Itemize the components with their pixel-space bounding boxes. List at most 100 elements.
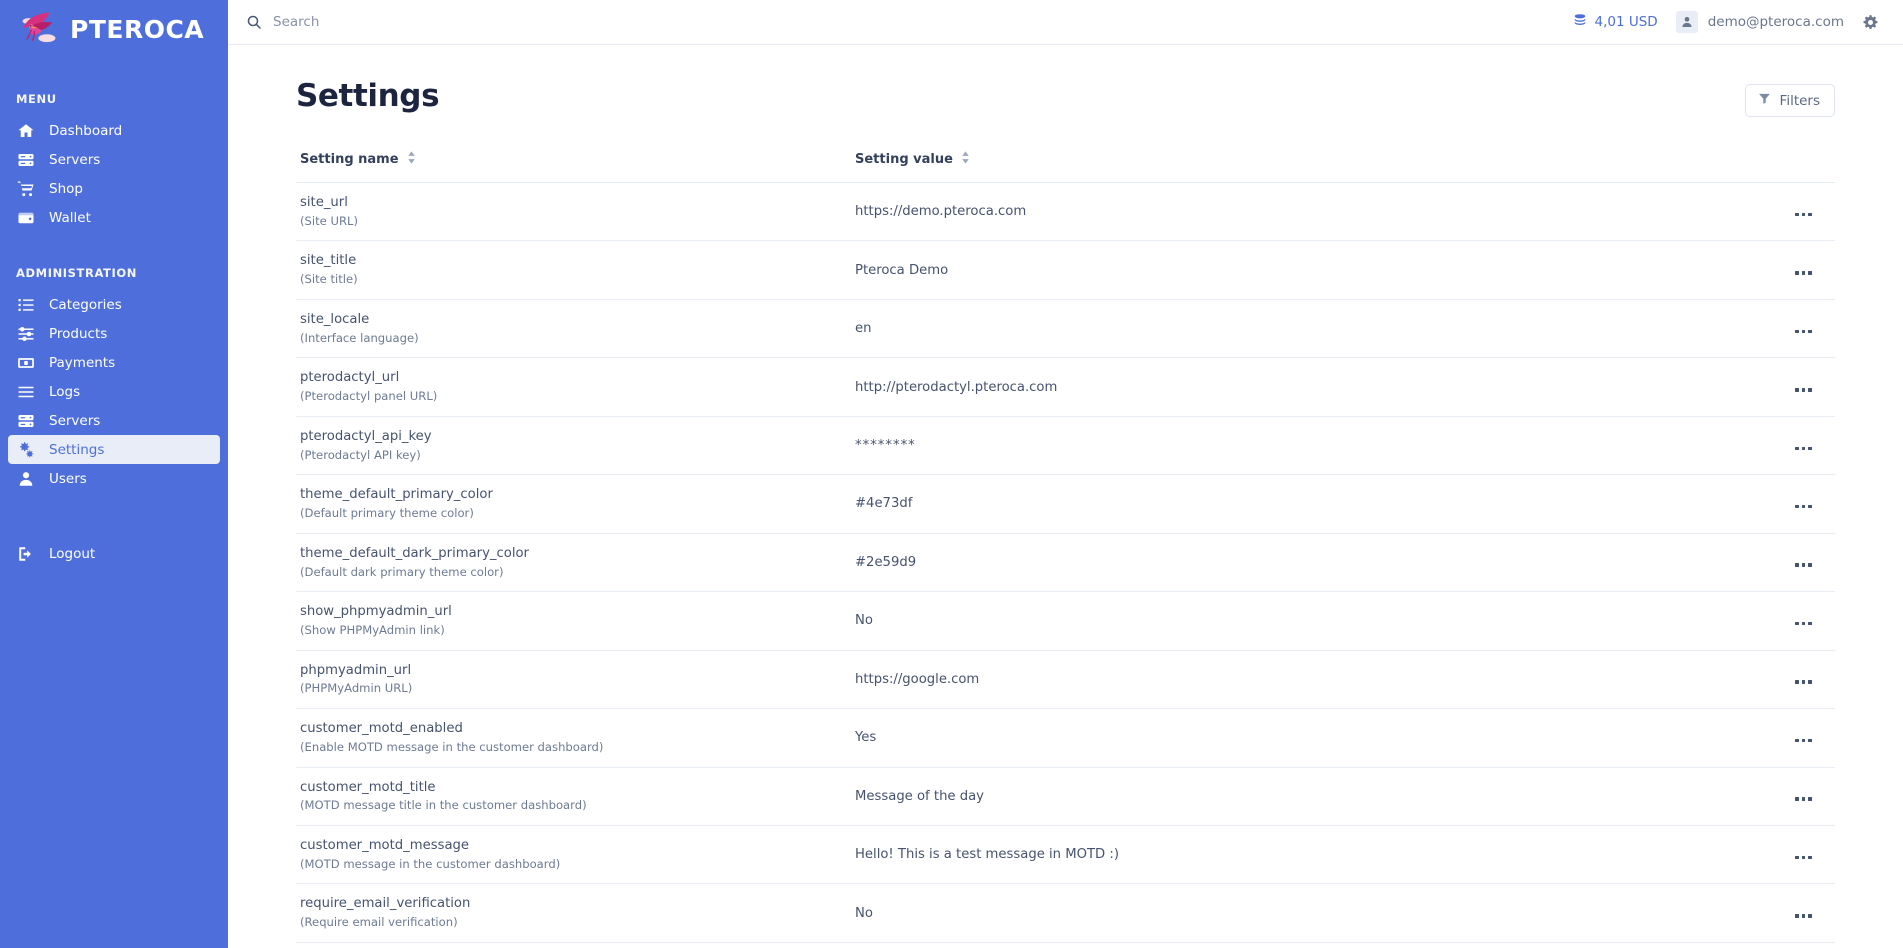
sidebar-item-wallet[interactable]: Wallet [8,203,220,232]
table-row: theme_default_dark_primary_color(Default… [296,533,1835,591]
sidebar-item-payments[interactable]: Payments [8,348,220,377]
ellipsis-icon[interactable] [1791,850,1816,866]
sidebar-item-label: Products [49,326,107,342]
logout-icon [16,544,35,563]
setting-value-cell: #4e73df [851,475,1725,533]
setting-name-cell: customer_motd_title(MOTD message title i… [296,767,851,825]
sidebar-item-dashboard[interactable]: Dashboard [8,116,220,145]
filter-icon [1758,92,1771,109]
table-row: site_url(Site URL)https://demo.pteroca.c… [296,183,1835,241]
sidebar-item-label: Shop [49,181,83,197]
user-icon [16,469,35,488]
setting-name-cell: site_locale(Interface language) [296,299,851,357]
ellipsis-icon[interactable] [1791,557,1816,573]
ellipsis-icon[interactable] [1791,908,1816,924]
sidebar-item-servers[interactable]: Servers [8,145,220,174]
sidebar-item-logout[interactable]: Logout [8,539,220,568]
sidebar-spacer [0,493,228,517]
table-row: show_phpmyadmin_url(Show PHPMyAdmin link… [296,592,1835,650]
banknote-icon [16,353,35,372]
setting-key: customer_motd_enabled [300,720,851,738]
sidebar-item-logs[interactable]: Logs [8,377,220,406]
sidebar-admin-list: Categories Products Payments Logs [0,290,228,493]
brand-name: PTEROCA [70,17,204,42]
ellipsis-icon[interactable] [1791,733,1816,749]
content-area: Settings Filters Setting name [228,45,1903,948]
lines-icon [16,382,35,401]
table-row: customer_motd_title(MOTD message title i… [296,767,1835,825]
ellipsis-icon[interactable] [1791,791,1816,807]
search-box[interactable] [246,14,1572,30]
setting-name-cell: customer_motd_enabled(Enable MOTD messag… [296,709,851,767]
setting-value: Hello! This is a test message in MOTD :) [855,847,1725,862]
setting-name-cell: show_phpmyadmin_url(Show PHPMyAdmin link… [296,592,851,650]
row-actions-cell [1725,592,1835,650]
search-input[interactable] [273,14,613,30]
setting-description: (MOTD message title in the customer dash… [300,798,851,814]
ellipsis-icon[interactable] [1791,207,1816,223]
column-header-setting-name[interactable]: Setting name [296,151,851,183]
table-row: site_title(Site title)Pteroca Demo [296,241,1835,299]
row-actions-cell [1725,183,1835,241]
server-icon [16,150,35,169]
setting-value-cell: No [851,592,1725,650]
setting-value: ******** [855,438,1725,453]
ellipsis-icon[interactable] [1791,265,1816,281]
setting-value-cell: Message of the day [851,767,1725,825]
ellipsis-icon[interactable] [1791,499,1816,515]
sidebar-item-label: Logout [49,546,95,562]
ellipsis-icon[interactable] [1791,441,1816,457]
ellipsis-icon[interactable] [1791,674,1816,690]
column-header-setting-value[interactable]: Setting value [851,151,1725,183]
sidebar-item-admin-servers[interactable]: Servers [8,406,220,435]
user-menu[interactable]: demo@pteroca.com [1676,11,1844,33]
setting-name-cell: require_email_verification(Require email… [296,884,851,942]
ellipsis-icon[interactable] [1791,616,1816,632]
setting-key: pterodactyl_url [300,369,851,387]
setting-value: #2e59d9 [855,555,1725,570]
row-actions-cell [1725,416,1835,474]
setting-key: pterodactyl_api_key [300,428,851,446]
sidebar-item-products[interactable]: Products [8,319,220,348]
table-row: pterodactyl_url(Pterodactyl panel URL)ht… [296,358,1835,416]
brand[interactable]: PTEROCA [0,0,228,58]
topbar-right: 4,01 USD demo@pteroca.com [1572,11,1880,33]
sidebar-item-users[interactable]: Users [8,464,220,493]
row-actions-cell [1725,533,1835,591]
home-icon [16,121,35,140]
setting-name-cell: theme_default_primary_color(Default prim… [296,475,851,533]
row-actions-cell [1725,709,1835,767]
sidebar-item-shop[interactable]: Shop [8,174,220,203]
filters-button[interactable]: Filters [1745,84,1835,117]
setting-key: show_phpmyadmin_url [300,603,851,621]
setting-value-cell: en [851,299,1725,357]
setting-value: #4e73df [855,496,1725,511]
sidebar-item-label: Payments [49,355,115,371]
setting-key: customer_motd_message [300,837,851,855]
sidebar-item-categories[interactable]: Categories [8,290,220,319]
list-icon [16,295,35,314]
setting-name-cell: theme_default_dark_primary_color(Default… [296,533,851,591]
setting-value-cell: https://demo.pteroca.com [851,183,1725,241]
ellipsis-icon[interactable] [1791,324,1816,340]
gear-icon[interactable] [1862,14,1879,31]
setting-value: Yes [855,730,1725,745]
table-head: Setting name Setting value [296,151,1835,183]
wallet-balance[interactable]: 4,01 USD [1572,12,1658,32]
server-icon [16,411,35,430]
ellipsis-icon[interactable] [1791,382,1816,398]
settings-table: Setting name Setting value [296,151,1835,948]
pterodactyl-logo-icon [18,8,60,50]
setting-value-cell: Yes [851,709,1725,767]
sort-icon[interactable] [407,151,416,168]
sort-icon[interactable] [961,151,970,168]
table-row: phpmyadmin_url(PHPMyAdmin URL)https://go… [296,650,1835,708]
row-actions-cell [1725,884,1835,942]
sidebar-item-settings[interactable]: Settings [8,435,220,464]
setting-value-cell: ******** [851,416,1725,474]
setting-key: require_email_verification [300,895,851,913]
row-actions-cell [1725,358,1835,416]
setting-value-cell: No [851,942,1725,948]
page-head: Settings Filters [296,79,1835,117]
setting-value: https://demo.pteroca.com [855,204,1725,219]
